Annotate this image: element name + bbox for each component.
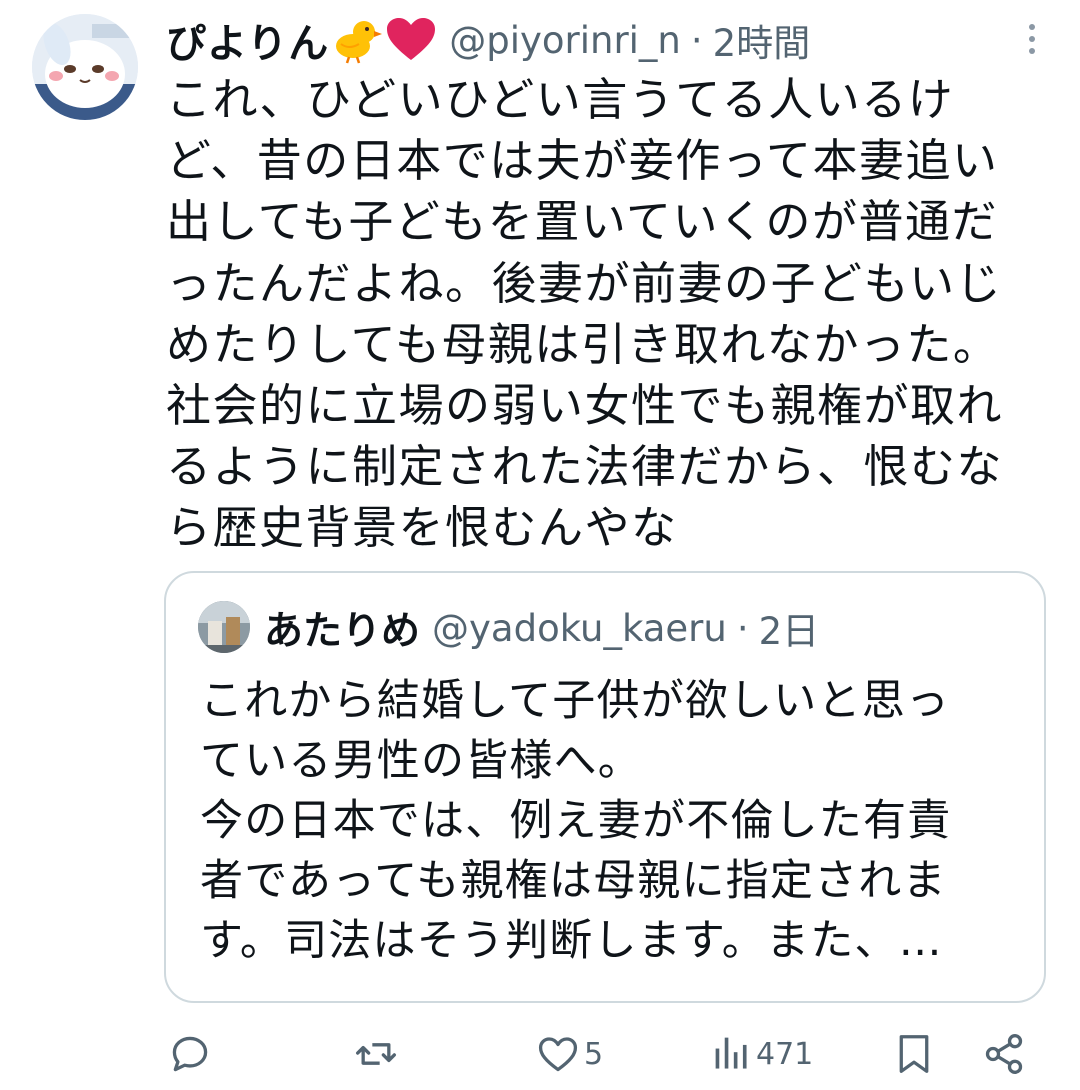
- retweet-icon: [356, 1043, 396, 1065]
- quoted-text-line: 者であっても親権は母親に指定されま: [200, 856, 947, 906]
- tweet-text-line: 出しても子どもを置いていくのが普通だ: [166, 195, 999, 249]
- quoted-author-name: あたりめ: [264, 609, 421, 654]
- quoted-tweet-text: これから結婚して子供が欲しいと思っ ている男性の皆様へ。 今の日本では、例え妻が…: [200, 671, 1030, 971]
- tweet-text-line: るように制定された法律だから、恨むな: [166, 440, 1004, 494]
- retweet-button[interactable]: [354, 1032, 398, 1076]
- views-icon: [715, 1037, 747, 1069]
- like-button[interactable]: 5: [536, 1032, 603, 1076]
- quoted-author-avatar: [198, 601, 250, 653]
- separator-dot: ·: [690, 18, 703, 62]
- share-icon: [985, 1034, 1023, 1074]
- quoted-text-line: これから結婚して子供が欲しいと思っ: [200, 676, 951, 726]
- views-count: 471: [756, 1036, 814, 1072]
- tweet-text-line: 社会的に立場の弱い女性でも親権が取れ: [166, 378, 1004, 432]
- quoted-text-line: ている男性の皆様へ。: [200, 736, 642, 786]
- more-options-icon[interactable]: [1024, 22, 1040, 56]
- like-count: 5: [584, 1036, 604, 1072]
- quoted-tweet-header: あたりめ @yadoku_kaeru · 2日: [264, 599, 819, 657]
- quoted-author-handle: @yadoku_kaeru: [432, 606, 727, 650]
- author-display-name[interactable]: ぴよりん: [166, 11, 329, 69]
- reply-icon: [172, 1036, 208, 1072]
- tweet-text-line: ら歴史背景を恨むんやな: [166, 501, 678, 555]
- tweet-text-line: ど、昔の日本では夫が妾作って本妻追い: [166, 134, 999, 188]
- tweet-text-line: ったんだよね。後妻が前妻の子どもいじ: [166, 256, 1003, 310]
- separator-dot: ·: [736, 606, 749, 650]
- author-avatar[interactable]: [32, 14, 138, 120]
- share-button[interactable]: [982, 1032, 1026, 1076]
- bookmark-button[interactable]: [894, 1032, 934, 1076]
- quoted-text-line: 今の日本では、例え妻が不倫した有責: [200, 796, 952, 846]
- tweet-text: これ、ひどいひどい言うてる人いるけ ど、昔の日本では夫が妾作って本妻追い 出して…: [166, 69, 1046, 559]
- quoted-tweet-timestamp: 2日: [758, 610, 820, 653]
- tweet-timestamp[interactable]: 2時間: [713, 13, 811, 67]
- quoted-tweet-card[interactable]: あたりめ @yadoku_kaeru · 2日 これから結婚して子供が欲しいと思…: [164, 571, 1046, 1003]
- tweet-text-line: めたりしても母親は引き取れなかった。: [166, 317, 1000, 371]
- bookmark-icon: [899, 1035, 929, 1073]
- reply-button[interactable]: [168, 1032, 212, 1076]
- tweet-header: ぴよりん @piyorinri_n · 2時間: [166, 8, 810, 72]
- tweet-text-line: これ、ひどいひどい言うてる人いるけ: [166, 73, 955, 126]
- tweet-action-bar: 5 471: [0, 1020, 1080, 1090]
- views-button[interactable]: 471: [712, 1032, 813, 1076]
- red-heart-emoji: [385, 16, 437, 64]
- author-handle[interactable]: @piyorinri_n: [449, 19, 681, 62]
- heart-icon: [538, 1037, 578, 1072]
- chick-emoji: [331, 16, 383, 64]
- quoted-text-line: す。司法はそう判断します。また、…: [200, 916, 943, 966]
